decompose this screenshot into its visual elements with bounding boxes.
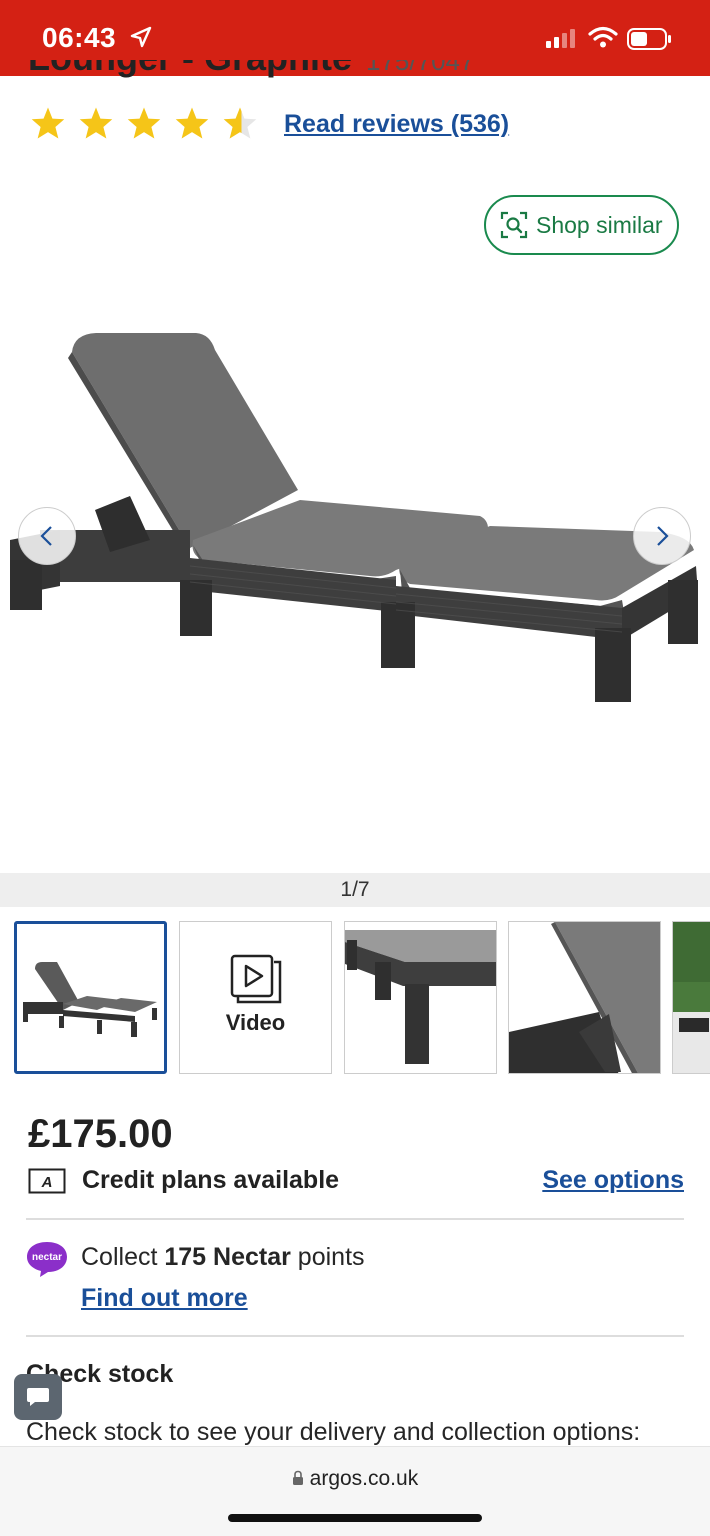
nectar-points-text: Collect 175 Nectar points [81, 1243, 365, 1272]
nectar-logo-icon: nectar [27, 1242, 67, 1277]
card-icon-letter: A [41, 1174, 53, 1191]
chat-button[interactable] [14, 1374, 62, 1420]
rating-stars [30, 106, 258, 140]
check-stock-description: Check stock to see your delivery and col… [26, 1418, 641, 1446]
video-play-icon [230, 954, 282, 1004]
star-icon [31, 107, 65, 139]
battery-icon [627, 28, 673, 55]
lock-icon [292, 1470, 303, 1485]
thumbnail-image-5[interactable] [672, 921, 710, 1074]
video-label: Video [225, 1010, 286, 1035]
half-star-icon [223, 107, 257, 139]
divider [26, 1218, 684, 1220]
thumbnail-video[interactable]: Video [179, 921, 332, 1074]
status-time: 06:43 [42, 22, 117, 53]
product-title: Lounger - Graphite 175/7047 [28, 60, 474, 78]
next-image-button[interactable] [633, 507, 691, 565]
thumbnail-image-3[interactable] [344, 921, 497, 1074]
star-icon [79, 107, 113, 139]
thumbnail-strip[interactable]: Video [0, 921, 710, 1077]
location-arrow-icon [130, 26, 152, 53]
find-out-more-link[interactable]: Find out more [81, 1284, 248, 1313]
product-sku: 175/7047 [366, 60, 475, 76]
shop-similar-label: Shop similar [536, 211, 663, 238]
image-counter: 1/7 [0, 873, 710, 907]
read-reviews-link[interactable]: Read reviews (536) [284, 110, 509, 139]
nectar-collect-suffix: points [290, 1243, 365, 1271]
cellular-signal-icon [546, 28, 578, 53]
chevron-right-icon [657, 526, 669, 546]
url-text: argos.co.uk [309, 1467, 419, 1490]
credit-plans-text: Credit plans available [82, 1166, 340, 1194]
visual-search-icon [500, 211, 528, 239]
thumbnail-image-1[interactable] [14, 921, 167, 1074]
wifi-icon [588, 26, 618, 53]
shop-similar-button[interactable]: Shop similar [484, 195, 679, 255]
nectar-points-bold: 175 Nectar [164, 1243, 291, 1271]
home-indicator[interactable] [228, 1514, 482, 1522]
url-display[interactable]: argos.co.uk [0, 1467, 710, 1491]
chevron-left-icon [40, 526, 52, 546]
divider [26, 1335, 684, 1337]
nectar-logo-text: nectar [32, 1252, 62, 1263]
star-icon [127, 107, 161, 139]
thumbnail-image-4[interactable] [508, 921, 661, 1074]
argos-card-icon: A [28, 1168, 66, 1193]
product-image[interactable] [0, 300, 710, 720]
nectar-collect-prefix: Collect [81, 1243, 165, 1271]
product-title-text: Lounger - Graphite [28, 60, 352, 78]
credit-row: A Credit plans available [28, 1166, 339, 1195]
product-price: £175.00 [28, 1112, 173, 1156]
previous-image-button[interactable] [18, 507, 76, 565]
see-options-link[interactable]: See options [542, 1166, 684, 1195]
browser-url-bar[interactable]: argos.co.uk [0, 1446, 710, 1536]
star-icon [175, 107, 209, 139]
chat-bubble-icon [27, 1388, 49, 1406]
